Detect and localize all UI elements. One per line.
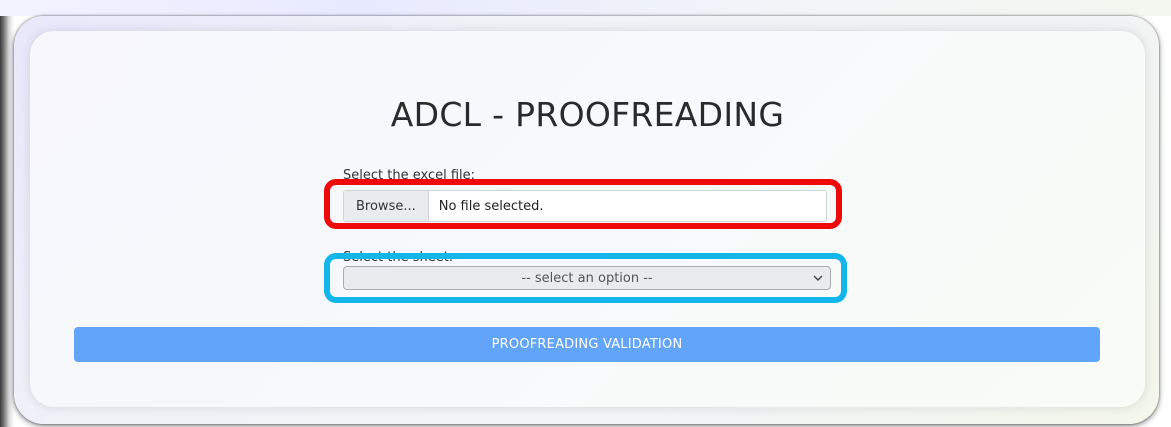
- outer-card: ADCL - PROOFREADING Select the excel fil…: [14, 16, 1159, 424]
- sheet-select-value: -- select an option --: [521, 270, 653, 286]
- chevron-down-icon: [812, 272, 824, 284]
- page-title: ADCL - PROOFREADING: [390, 95, 785, 134]
- file-status-text: No file selected.: [438, 198, 544, 214]
- file-label: Select the excel file:: [343, 168, 476, 183]
- browse-button[interactable]: Browse...: [344, 191, 429, 221]
- window-top-strip: [0, 0, 1171, 16]
- form-card: ADCL - PROOFREADING Select the excel fil…: [30, 31, 1145, 407]
- file-input[interactable]: Browse... No file selected.: [343, 190, 827, 222]
- proofreading-validation-button[interactable]: PROOFREADING VALIDATION: [74, 327, 1100, 362]
- sheet-label: Select the sheet:: [343, 250, 454, 265]
- window-edge: [0, 0, 14, 427]
- sheet-select[interactable]: -- select an option --: [343, 266, 831, 290]
